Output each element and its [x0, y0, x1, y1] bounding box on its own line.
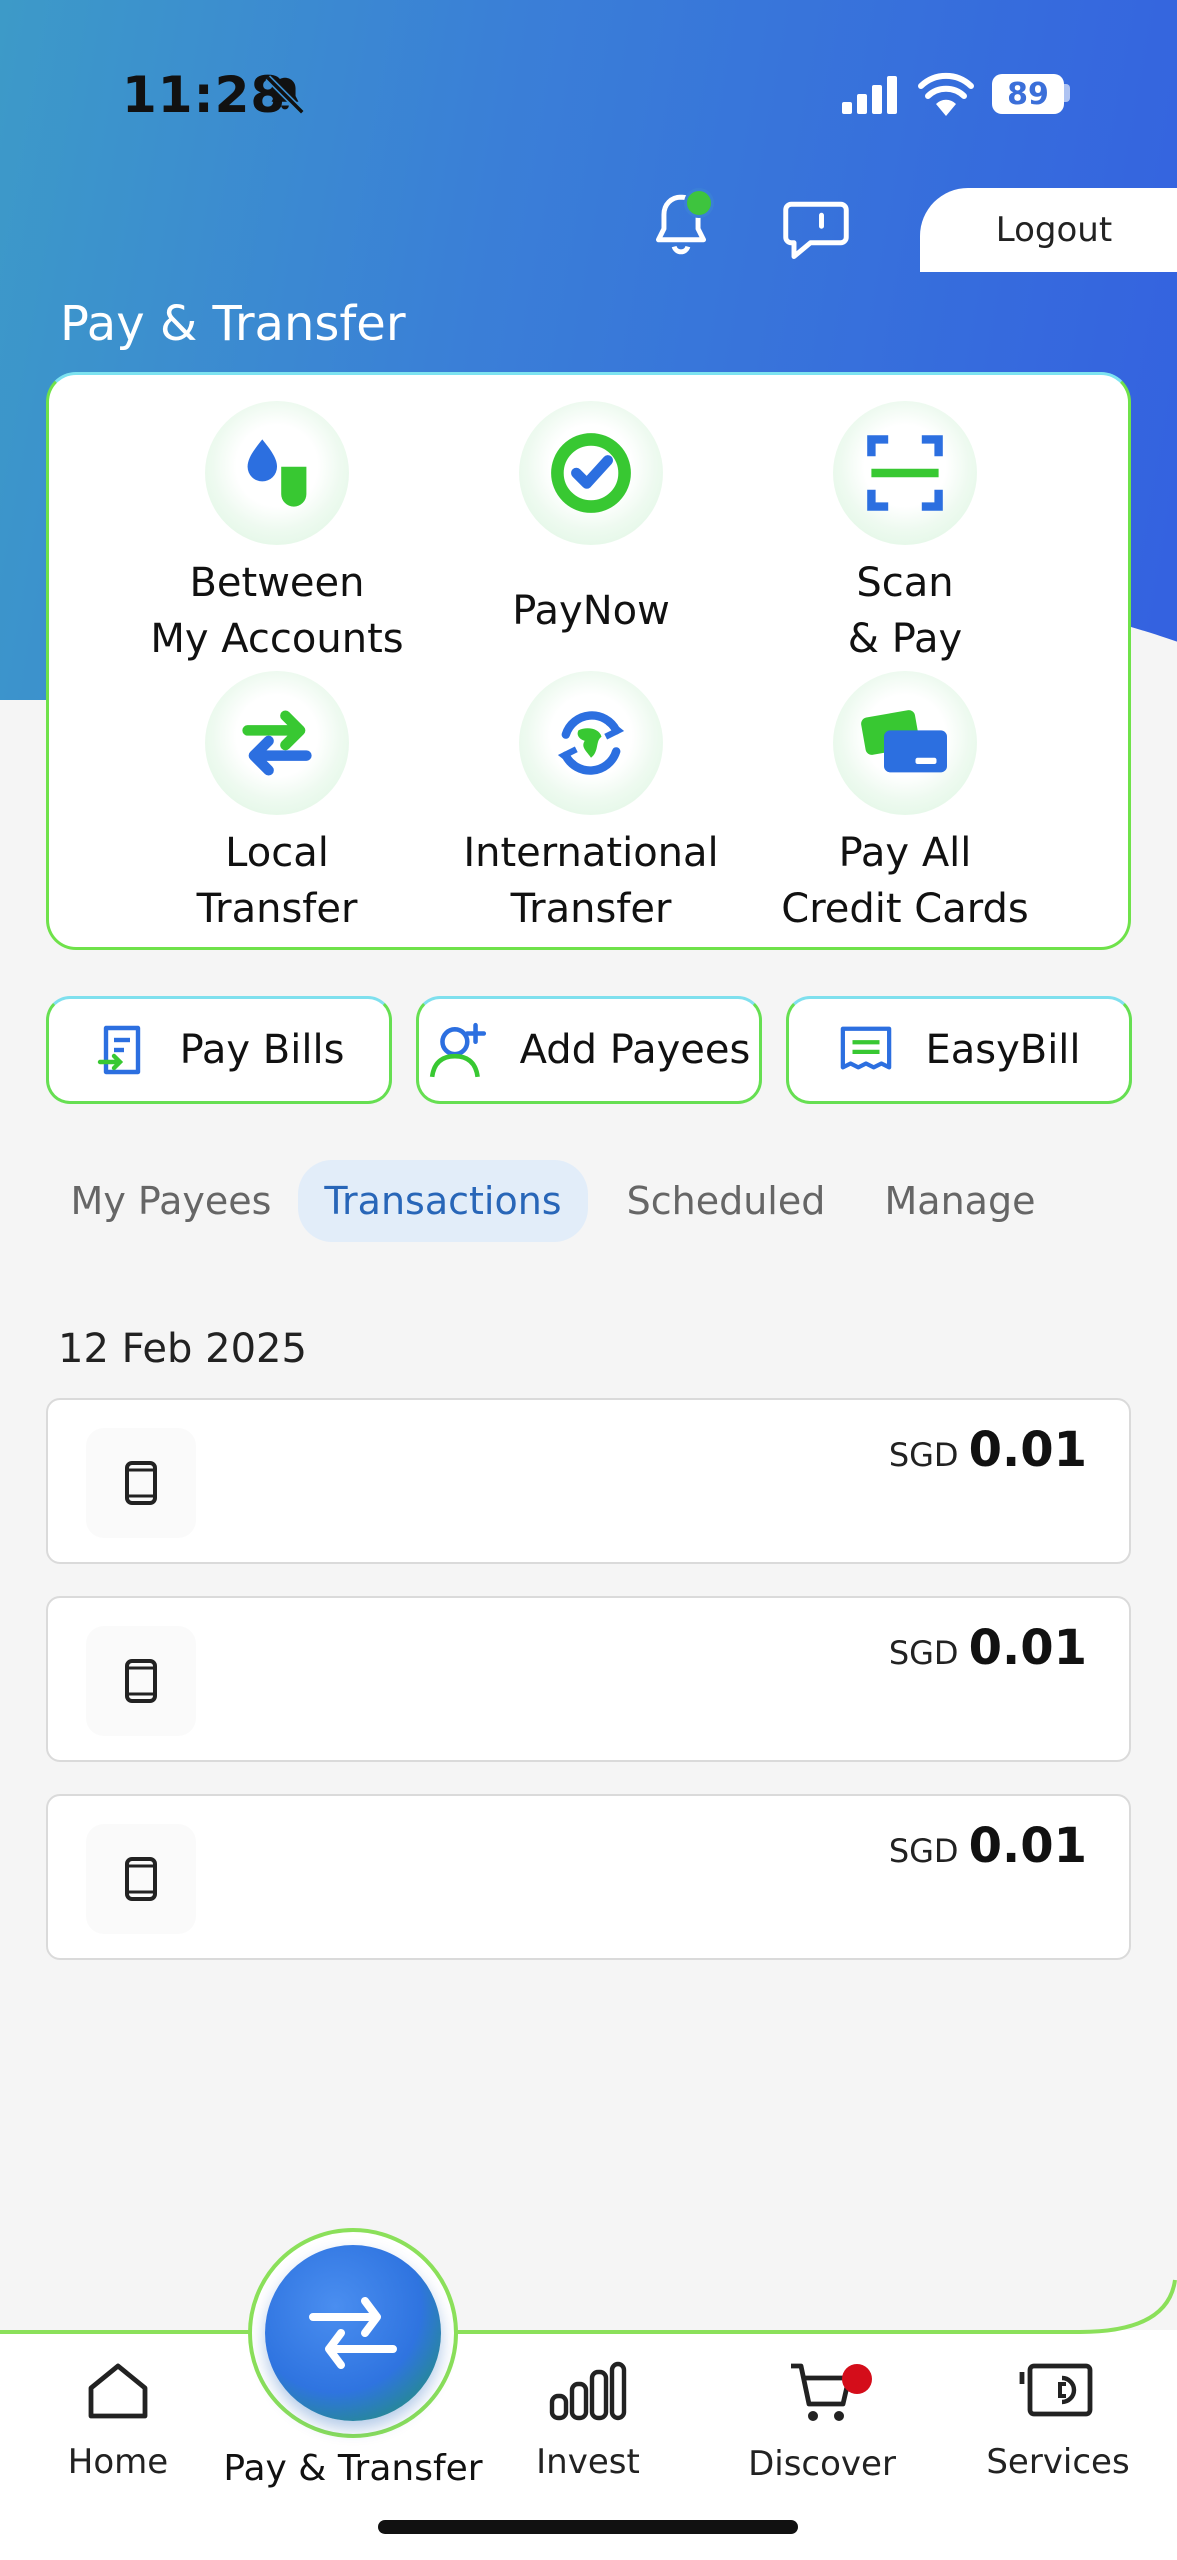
- international-transfer-icon: [557, 711, 625, 775]
- scan-and-pay-button[interactable]: Scan & Pay: [735, 401, 1075, 667]
- discover-badge: [842, 2364, 872, 2394]
- bill-icon: [97, 1025, 140, 1075]
- paynow-button[interactable]: PayNow: [421, 401, 761, 639]
- home-icon: [88, 2363, 148, 2419]
- silent-mode-icon: [265, 75, 305, 115]
- add-person-icon: [429, 1022, 486, 1078]
- transaction-row[interactable]: SGD 0.01: [46, 1596, 1131, 1762]
- status-bar: 11:28 89: [0, 0, 1177, 190]
- quick-actions-card: Between My Accounts PayNow Scan & Pay Lo…: [46, 372, 1131, 950]
- tab-manage[interactable]: Manage: [860, 1160, 1060, 1242]
- battery-indicator: 89: [992, 74, 1064, 114]
- between-accounts-icon: [247, 439, 307, 507]
- mobile-phone-icon: [125, 1857, 157, 1901]
- services-icon: [1019, 2363, 1093, 2417]
- between-my-accounts-button[interactable]: Between My Accounts: [107, 401, 447, 667]
- pay-bills-button[interactable]: Pay Bills: [46, 996, 392, 1104]
- chat-icon[interactable]: [780, 196, 852, 262]
- page-title: Pay & Transfer: [60, 296, 406, 352]
- pay-all-credit-cards-button[interactable]: Pay All Credit Cards: [735, 671, 1075, 937]
- nav-home[interactable]: Home: [18, 2360, 218, 2482]
- notification-badge: [684, 188, 714, 218]
- mobile-phone-icon: [125, 1659, 157, 1703]
- mobile-phone-icon: [125, 1461, 157, 1505]
- bar-chart-icon: [549, 2361, 627, 2421]
- local-transfer-button[interactable]: Local Transfer: [107, 671, 447, 937]
- transaction-row[interactable]: SGD 0.01: [46, 1398, 1131, 1564]
- international-transfer-button[interactable]: International Transfer: [421, 671, 761, 937]
- home-indicator: [378, 2520, 798, 2534]
- nav-invest[interactable]: Invest: [488, 2360, 688, 2482]
- transaction-amount: SGD 0.01: [888, 1620, 1087, 1676]
- logout-button[interactable]: Logout: [920, 188, 1177, 272]
- payee-tabs: My Payees Transactions Scheduled Manage: [46, 1160, 1146, 1242]
- receipt-icon: [841, 1026, 892, 1070]
- tab-my-payees[interactable]: My Payees: [46, 1160, 296, 1242]
- paynow-icon: [551, 433, 631, 513]
- nav-discover[interactable]: Discover: [722, 2360, 922, 2484]
- transfer-arrows-icon: [309, 2297, 397, 2369]
- scan-icon: [867, 435, 943, 511]
- transaction-date: 12 Feb 2025: [58, 1326, 307, 1372]
- transaction-amount: SGD 0.01: [888, 1818, 1087, 1874]
- tab-scheduled[interactable]: Scheduled: [606, 1160, 846, 1242]
- nav-services[interactable]: Services: [958, 2360, 1158, 2482]
- local-transfer-icon: [242, 710, 312, 776]
- add-payees-button[interactable]: Add Payees: [416, 996, 762, 1104]
- credit-card-icon: [861, 710, 947, 773]
- easybill-button[interactable]: EasyBill: [786, 996, 1132, 1104]
- cellular-signal-icon: [842, 76, 897, 114]
- wifi-icon: [918, 72, 974, 116]
- transaction-amount: SGD 0.01: [888, 1422, 1087, 1478]
- tab-transactions[interactable]: Transactions: [298, 1160, 588, 1242]
- nav-pay-transfer-label: Pay & Transfer: [223, 2448, 483, 2489]
- nav-border-line: [0, 2279, 1177, 2334]
- battery-tip: [1064, 84, 1070, 102]
- transaction-row[interactable]: SGD 0.01: [46, 1794, 1131, 1960]
- nav-pay-transfer[interactable]: [248, 2228, 458, 2438]
